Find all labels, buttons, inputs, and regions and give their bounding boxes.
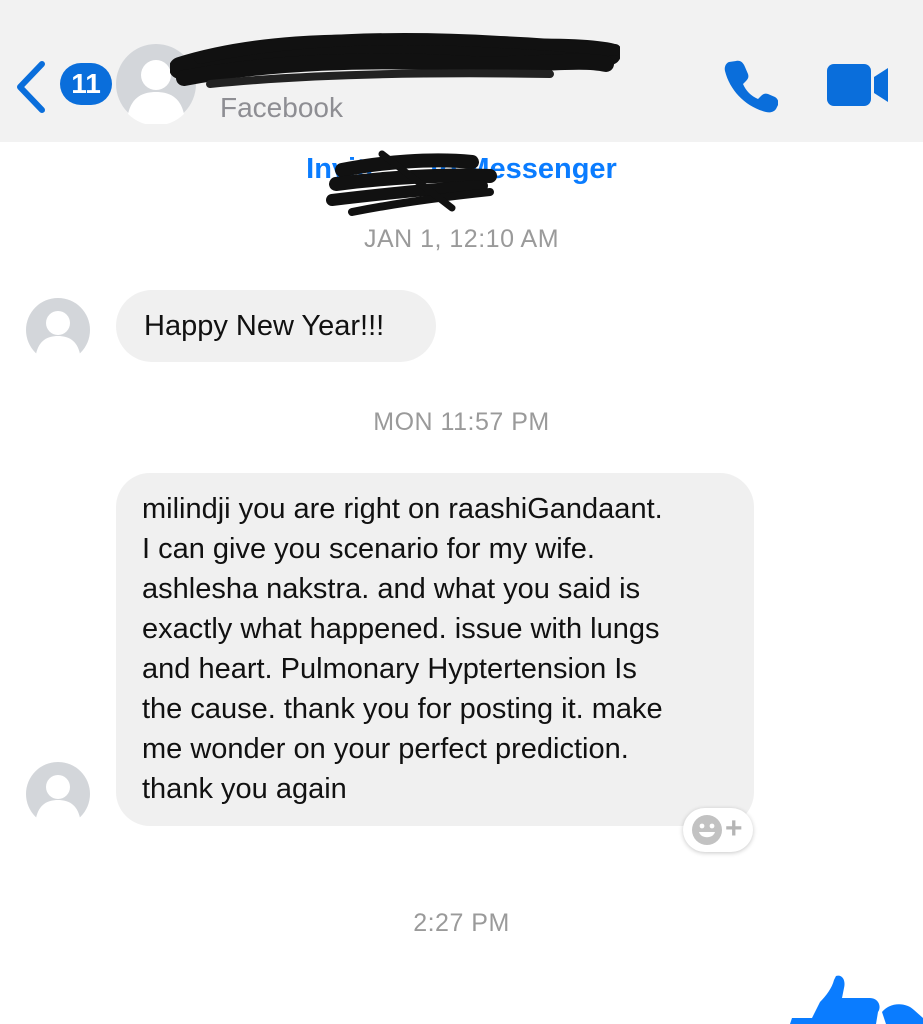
messenger-conversation: 11 Facebook Invite to Messenger JAN 1, 1… [0,0,923,1024]
smiley-add-reaction-icon [692,815,722,845]
sender-avatar[interactable] [26,298,90,362]
message-bubble[interactable]: milindji you are right on raashiGandaant… [116,473,754,826]
timestamp-jan-1: JAN 1, 12:10 AM [363,225,560,253]
message-line: the cause. thank you for posting it. mak… [142,693,663,725]
back-button[interactable]: 11 [14,54,112,116]
sender-avatar[interactable] [26,762,90,826]
timestamp-mon: MON 11:57 PM [373,408,550,436]
contact-subtitle: Facebook [220,92,343,123]
message-line: ashlesha nakstra. and what you said is [142,573,641,605]
message-line: I can give you scenario for my wife. [142,533,595,565]
phone-icon[interactable] [722,57,778,113]
unread-count-badge: 11 [60,63,112,105]
message-bubble[interactable]: Happy New Year!!! [116,290,436,362]
message-line: exactly what happened. issue with lungs [142,613,660,645]
message-line: and heart. Pulmonary Hyptertension Is [142,653,637,685]
thumbs-up-icon[interactable] [790,972,923,1024]
message-line: thank you again [142,773,347,805]
invite-name-redaction [326,150,497,216]
add-reaction-button[interactable]: + [683,808,753,852]
contact-name-redaction [170,33,620,88]
message-line: milindji you are right on raashiGandaant… [142,493,663,525]
timestamp-today: 2:27 PM [413,909,510,937]
video-camera-icon[interactable] [826,62,890,108]
conversation-header: 11 Facebook [0,0,923,142]
chevron-left-icon [17,61,45,113]
plus-icon: + [725,812,743,845]
message-line: me wonder on your perfect prediction. [142,733,629,765]
